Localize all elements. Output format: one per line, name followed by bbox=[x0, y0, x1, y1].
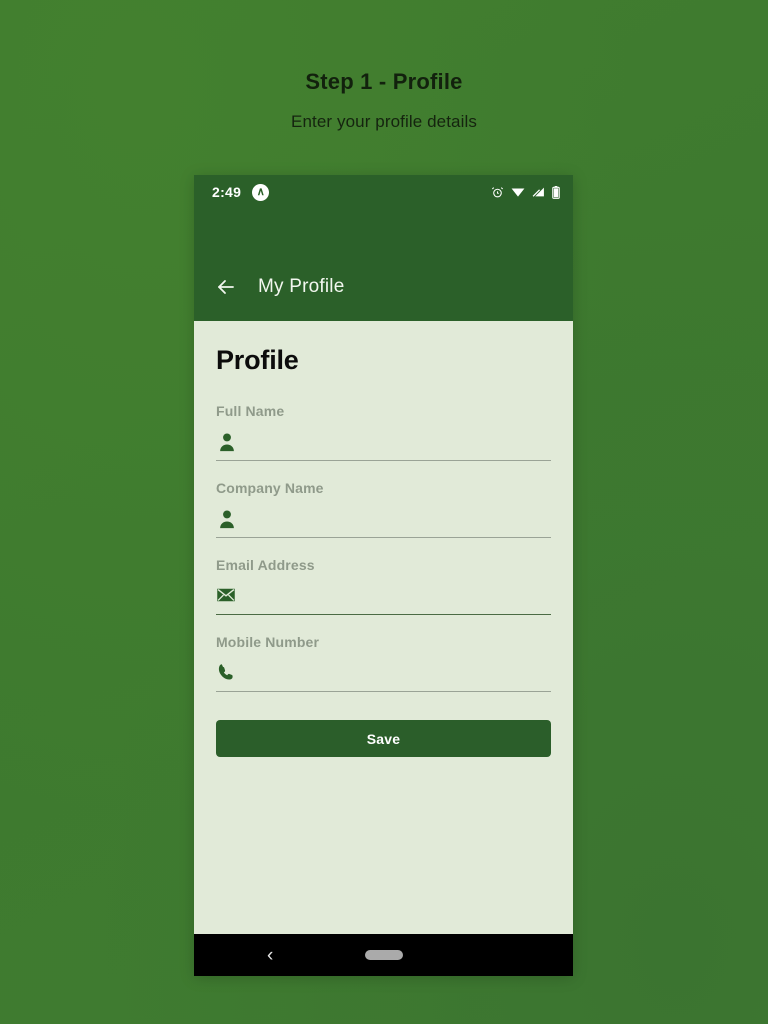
signal-icon bbox=[532, 186, 545, 198]
field-label: Full Name bbox=[216, 403, 285, 419]
company-name-input[interactable] bbox=[238, 506, 551, 532]
home-indicator-icon[interactable] bbox=[364, 950, 403, 960]
save-button-container: Save bbox=[216, 720, 551, 757]
app-bar: My Profile bbox=[194, 275, 573, 321]
profile-form: Full Name Company Name Email Address Mob… bbox=[216, 403, 551, 692]
android-navigation-bar: ‹ bbox=[194, 934, 573, 976]
field-full-name: Full Name bbox=[216, 403, 551, 461]
save-button[interactable]: Save bbox=[216, 720, 551, 757]
section-heading: Profile bbox=[216, 345, 299, 375]
field-mobile-number: Mobile Number bbox=[216, 634, 551, 692]
status-bar-right bbox=[491, 185, 560, 199]
field-label: Email Address bbox=[216, 557, 315, 573]
form-screen: Profile Full Name Company Name Email Add… bbox=[194, 321, 573, 934]
alarm-icon bbox=[491, 186, 504, 199]
wifi-icon bbox=[511, 186, 525, 198]
status-bar-left: 2:49 ∧ bbox=[212, 183, 270, 201]
field-underline bbox=[216, 691, 551, 692]
field-underline bbox=[216, 537, 551, 538]
field-row bbox=[216, 427, 551, 457]
envelope-icon bbox=[216, 585, 238, 607]
field-label: Mobile Number bbox=[216, 634, 320, 650]
nav-back-icon[interactable]: ‹ bbox=[267, 946, 273, 965]
page-subtitle: Enter your profile details bbox=[291, 112, 477, 132]
app-bar-title: My Profile bbox=[258, 276, 345, 297]
battery-icon bbox=[552, 185, 560, 199]
mobile-number-input[interactable] bbox=[238, 660, 551, 686]
phone-icon bbox=[216, 662, 238, 684]
page-header: Step 1 - Profile Enter your profile deta… bbox=[0, 0, 768, 132]
status-bar-clock: 2:49 bbox=[212, 184, 242, 200]
person-icon bbox=[216, 431, 238, 453]
field-email-address: Email Address bbox=[216, 557, 551, 615]
full-name-input[interactable] bbox=[238, 429, 551, 455]
field-row bbox=[216, 504, 551, 534]
app-bar-region: My Profile bbox=[194, 209, 573, 321]
person-icon bbox=[216, 508, 238, 530]
field-underline bbox=[216, 614, 551, 615]
field-row bbox=[216, 658, 551, 688]
status-bar: 2:49 ∧ bbox=[194, 175, 573, 209]
field-company-name: Company Name bbox=[216, 480, 551, 538]
field-row bbox=[216, 581, 551, 611]
notification-badge-icon: ∧ bbox=[252, 183, 270, 201]
arrow-left-icon[interactable] bbox=[214, 275, 238, 299]
field-underline bbox=[216, 460, 551, 461]
phone-screenshot: 2:49 ∧ My Profile Profile Full Name Comp… bbox=[194, 175, 573, 976]
email-address-input[interactable] bbox=[238, 583, 551, 609]
field-label: Company Name bbox=[216, 480, 324, 496]
page-title: Step 1 - Profile bbox=[305, 69, 463, 94]
